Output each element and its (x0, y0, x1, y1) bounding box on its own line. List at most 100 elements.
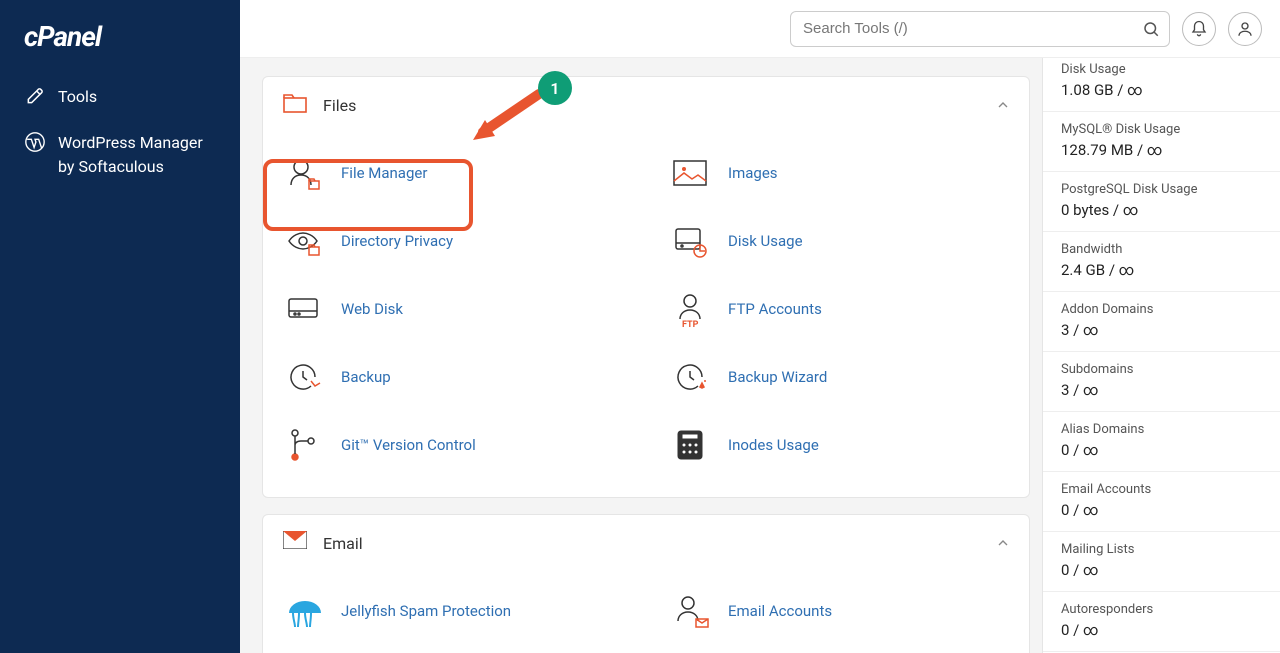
sidebar: cPanel Tools WordPress Manager by Softac… (0, 0, 240, 653)
search-wrap (790, 11, 1170, 47)
sidebar-item-tools[interactable]: Tools (0, 73, 240, 119)
stat-label: Autoresponders (1061, 602, 1262, 617)
stat-label: Email Accounts (1061, 482, 1262, 497)
stat-label: Mailing Lists (1061, 542, 1262, 557)
main: Files File Manager Images Directory Priv… (240, 58, 1280, 653)
search-input[interactable] (790, 11, 1170, 47)
sidebar-item-label: WordPress Manager by Softaculous (58, 131, 216, 179)
annotation-arrow-icon (465, 88, 545, 148)
email-accounts-icon (670, 591, 710, 631)
app-label: Jellyfish Spam Protection (341, 602, 511, 620)
app-backup[interactable]: Backup (263, 343, 642, 411)
stat-value: 1.08 GB / ∞ (1061, 81, 1262, 99)
folder-icon (283, 93, 307, 117)
app-label: Git™ Version Control (341, 436, 476, 454)
backup-icon (283, 357, 323, 397)
images-icon (670, 153, 710, 193)
app-ftp-accounts[interactable]: FTP FTP Accounts (650, 275, 1029, 343)
annotation-step-number: 1 (550, 79, 559, 98)
stat-value: 0 / ∞ (1061, 501, 1262, 519)
directory-privacy-icon (283, 221, 323, 261)
app-file-manager[interactable]: File Manager (263, 139, 642, 207)
inodes-icon (670, 425, 710, 465)
email-icon (283, 531, 307, 555)
stat-value: 0 / ∞ (1061, 621, 1262, 639)
group-header-email[interactable]: Email (263, 515, 1029, 571)
stat-bandwidth[interactable]: Bandwidth 2.4 GB / ∞ (1043, 232, 1280, 292)
sidebar-item-label: Tools (58, 87, 97, 106)
chevron-up-icon (995, 535, 1011, 551)
web-disk-icon (283, 289, 323, 329)
jellyfish-icon (283, 591, 323, 631)
account-button[interactable] (1228, 12, 1262, 46)
app-label: Backup (341, 368, 391, 386)
stat-label: Subdomains (1061, 362, 1262, 377)
app-label: Directory Privacy (341, 232, 453, 250)
notifications-button[interactable] (1182, 12, 1216, 46)
stat-value: 0 / ∞ (1061, 441, 1262, 459)
app-label: Images (728, 164, 778, 182)
disk-usage-icon (670, 221, 710, 261)
user-icon (1236, 20, 1254, 38)
app-backup-wizard[interactable]: Backup Wizard (650, 343, 1029, 411)
bell-icon (1190, 20, 1208, 38)
stat-mailing-lists[interactable]: Mailing Lists 0 / ∞ (1043, 532, 1280, 592)
stat-mysql-disk-usage[interactable]: MySQL® Disk Usage 128.79 MB / ∞ (1043, 112, 1280, 172)
wordpress-icon (24, 131, 46, 153)
app-jellyfish-spam-protection[interactable]: Jellyfish Spam Protection (263, 577, 642, 645)
file-manager-icon (283, 153, 323, 193)
stat-alias-domains[interactable]: Alias Domains 0 / ∞ (1043, 412, 1280, 472)
chevron-up-icon (995, 97, 1011, 113)
stat-value: 3 / ∞ (1061, 381, 1262, 399)
stat-value: 0 / ∞ (1061, 561, 1262, 579)
app-email-accounts[interactable]: Email Accounts (650, 577, 1029, 645)
app-inodes-usage[interactable]: Inodes Usage (650, 411, 1029, 479)
stat-label: Addon Domains (1061, 302, 1262, 317)
app-directory-privacy[interactable]: Directory Privacy (263, 207, 642, 275)
logo: cPanel (0, 20, 240, 73)
stat-label: Alias Domains (1061, 422, 1262, 437)
app-label: Backup Wizard (728, 368, 827, 386)
stat-subdomains[interactable]: Subdomains 3 / ∞ (1043, 352, 1280, 412)
app-label: FTP Accounts (728, 300, 822, 318)
app-label: File Manager (341, 164, 427, 182)
stat-value: 0 bytes / ∞ (1061, 201, 1262, 219)
topbar (240, 0, 1280, 58)
app-email-routing[interactable]: Email Routing (650, 645, 1029, 653)
search-icon[interactable] (1140, 18, 1162, 40)
stat-value: 2.4 GB / ∞ (1061, 261, 1262, 279)
stats-panel: Disk Usage 1.08 GB / ∞ MySQL® Disk Usage… (1042, 58, 1280, 653)
app-forwarders[interactable]: Forwarders (263, 645, 642, 653)
app-label: Disk Usage (728, 232, 803, 250)
stat-label: PostgreSQL Disk Usage (1061, 182, 1262, 197)
tools-icon (24, 85, 46, 107)
stat-value: 128.79 MB / ∞ (1061, 141, 1262, 159)
group-email: Email Jellyfish Spam Protection Email Ac… (262, 514, 1030, 653)
content-area: Files File Manager Images Directory Priv… (240, 58, 1042, 653)
stat-label: Disk Usage (1061, 62, 1262, 77)
annotation-step-badge: 1 (538, 71, 572, 105)
ftp-accounts-icon: FTP (670, 289, 710, 329)
stat-email-accounts[interactable]: Email Accounts 0 / ∞ (1043, 472, 1280, 532)
app-label: Inodes Usage (728, 436, 819, 454)
logo-text: cPanel (24, 20, 101, 53)
stat-autoresponders[interactable]: Autoresponders 0 / ∞ (1043, 592, 1280, 652)
app-images[interactable]: Images (650, 139, 1029, 207)
stat-label: MySQL® Disk Usage (1061, 122, 1262, 137)
app-disk-usage[interactable]: Disk Usage (650, 207, 1029, 275)
svg-text:FTP: FTP (682, 320, 699, 329)
group-title: Files (323, 96, 356, 115)
app-git-version-control[interactable]: Git™ Version Control (263, 411, 642, 479)
backup-wizard-icon (670, 357, 710, 397)
app-web-disk[interactable]: Web Disk (263, 275, 642, 343)
sidebar-item-wordpress-manager[interactable]: WordPress Manager by Softaculous (0, 119, 240, 191)
app-label: Email Accounts (728, 602, 832, 620)
stat-postgresql-disk-usage[interactable]: PostgreSQL Disk Usage 0 bytes / ∞ (1043, 172, 1280, 232)
group-title: Email (323, 534, 363, 553)
stat-addon-domains[interactable]: Addon Domains 3 / ∞ (1043, 292, 1280, 352)
stat-value: 3 / ∞ (1061, 321, 1262, 339)
group-header-files[interactable]: Files (263, 77, 1029, 133)
stat-label: Bandwidth (1061, 242, 1262, 257)
stat-disk-usage[interactable]: Disk Usage 1.08 GB / ∞ (1043, 58, 1280, 112)
git-icon (283, 425, 323, 465)
